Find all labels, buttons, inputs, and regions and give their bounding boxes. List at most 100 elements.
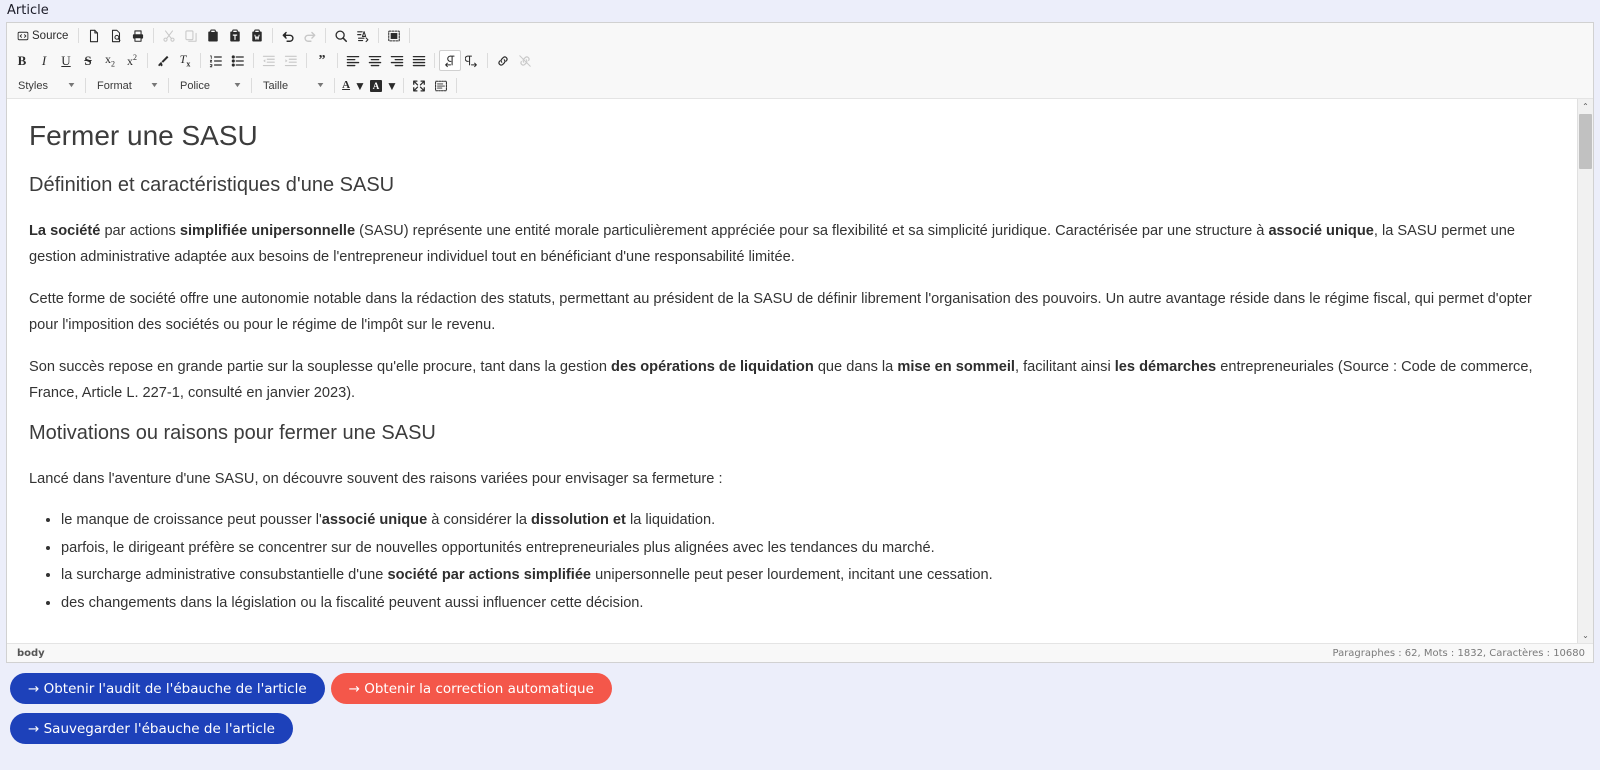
- unlink-button: [514, 50, 536, 71]
- italic-button[interactable]: I: [33, 50, 55, 71]
- action-footer: → Obtenir l'audit de l'ébauche de l'arti…: [0, 663, 1600, 744]
- police-select[interactable]: Police ▼: [173, 76, 247, 95]
- taille-select[interactable]: Taille ▼: [256, 76, 330, 95]
- paste-icon: [206, 29, 220, 43]
- align-center-button[interactable]: [364, 50, 386, 71]
- align-left-button[interactable]: [342, 50, 364, 71]
- align-justify-button[interactable]: [408, 50, 430, 71]
- select-all-button[interactable]: [383, 25, 405, 46]
- ltr-icon: [443, 54, 457, 68]
- redo-button: [299, 25, 321, 46]
- replace-button[interactable]: [352, 25, 374, 46]
- police-select-value: Police: [180, 79, 210, 92]
- underline-button[interactable]: U: [55, 50, 77, 71]
- paragraph-2: Cette forme de société offre une autonom…: [29, 290, 1532, 334]
- select-all-icon: [387, 29, 401, 43]
- new-page-button[interactable]: [83, 25, 105, 46]
- underline-icon: U: [61, 52, 71, 68]
- bold-run: La société: [29, 222, 101, 239]
- maximize-button[interactable]: [408, 75, 430, 96]
- subscript-button[interactable]: x2: [99, 50, 121, 71]
- audit-draft-button[interactable]: → Obtenir l'audit de l'ébauche de l'arti…: [10, 673, 325, 704]
- ckeditor-container: Source B I U Sx2 x2 Tx ” Styles ▼ Format ▼ Police ▼…: [6, 22, 1594, 663]
- paragraph-3: Son succès repose en grande partie sur l…: [29, 358, 1533, 402]
- align-right-button[interactable]: [386, 50, 408, 71]
- chevron-down-icon: ▼: [66, 82, 77, 89]
- document-title: Fermer une SASU: [29, 120, 258, 151]
- editor-content-wrap: Fermer une SASU Définition et caractérist…: [7, 99, 1593, 643]
- unordered-list-icon: [231, 54, 245, 68]
- footer-button-row-1: → Obtenir l'audit de l'ébauche de l'arti…: [10, 673, 612, 704]
- remove-format-button[interactable]: Tx: [174, 50, 196, 71]
- styles-select-value: Styles: [18, 79, 48, 92]
- paste-word-button[interactable]: [246, 25, 268, 46]
- bold-run: simplifiée unipersonnelle: [179, 222, 356, 239]
- chevron-down-icon: ▼: [315, 82, 326, 89]
- chevron-down-icon: ▼: [149, 82, 160, 89]
- strike-button[interactable]: S: [77, 50, 99, 71]
- save-draft-button[interactable]: → Sauvegarder l'ébauche de l'article: [10, 713, 293, 744]
- section-heading-2: Motivations ou raisons pour fermer une S…: [29, 421, 436, 444]
- preview-button[interactable]: [105, 25, 127, 46]
- rtl-button[interactable]: [461, 50, 483, 71]
- bold-button[interactable]: B: [11, 50, 33, 71]
- paintbrush-icon: [156, 54, 170, 68]
- paste-text-button[interactable]: [224, 25, 246, 46]
- list-item: la surcharge administrative consubstanti…: [61, 562, 1555, 590]
- styles-select[interactable]: Styles ▼: [11, 76, 81, 95]
- text-color-button[interactable]: A ▼: [339, 75, 369, 96]
- source-icon: [17, 30, 29, 42]
- print-button[interactable]: [127, 25, 149, 46]
- ltr-button[interactable]: [439, 50, 461, 71]
- toolbar-separator: [456, 78, 457, 93]
- unlink-icon: [518, 54, 532, 68]
- undo-button[interactable]: [277, 25, 299, 46]
- scroll-up-arrow-icon[interactable]: ⌃: [1578, 99, 1593, 114]
- copy-button: [180, 25, 202, 46]
- source-button[interactable]: Source: [11, 25, 74, 46]
- page-root: Article Source B I U Sx2 x2 Tx” Styles ▼ Format…: [0, 0, 1600, 770]
- bg-color-icon: A: [370, 79, 383, 92]
- cut-button: [158, 25, 180, 46]
- print-icon: [131, 29, 145, 43]
- numbered-list-button[interactable]: [205, 50, 227, 71]
- toolbar-separator: [306, 53, 307, 68]
- magnifier-icon: [334, 29, 348, 43]
- element-path[interactable]: body: [17, 648, 45, 659]
- scroll-down-arrow-icon[interactable]: ⌄: [1578, 628, 1593, 643]
- toolbar-separator: [251, 78, 252, 93]
- editor-document-body[interactable]: Fermer une SASU Définition et caractérist…: [7, 99, 1577, 643]
- toolbar-separator: [147, 53, 148, 68]
- ordered-list-icon: [209, 54, 223, 68]
- link-icon: [496, 54, 510, 68]
- bulleted-list-button[interactable]: [227, 50, 249, 71]
- scrollbar-thumb[interactable]: [1579, 114, 1592, 169]
- toolbar-separator: [403, 78, 404, 93]
- bold-run: société par actions simplifiée: [387, 567, 592, 584]
- paragraph-intro-2: Lancé dans l'aventure d'une SASU, on déc…: [29, 470, 723, 487]
- superscript-button[interactable]: x2: [121, 50, 143, 71]
- auto-correction-button[interactable]: → Obtenir la correction automatique: [330, 673, 612, 704]
- format-select-value: Format: [97, 79, 132, 92]
- paste-button[interactable]: [202, 25, 224, 46]
- link-button[interactable]: [492, 50, 514, 71]
- copy-icon: [184, 29, 198, 43]
- editor-vertical-scrollbar[interactable]: ⌃ ⌄: [1577, 99, 1593, 643]
- list-item: le manque de croissance peut pousser l'a…: [61, 507, 1555, 535]
- background-color-button[interactable]: A ▼: [369, 75, 399, 96]
- copy-formatting-button[interactable]: [152, 50, 174, 71]
- format-select[interactable]: Format ▼: [90, 76, 164, 95]
- paste-word-icon: [250, 29, 264, 43]
- indent-button: [280, 50, 302, 71]
- editor-toolbar: Source B I U Sx2 x2 Tx ” Styles ▼ Format ▼ Police ▼…: [7, 23, 1593, 99]
- find-button[interactable]: [330, 25, 352, 46]
- bold-run: mise en sommeil: [897, 358, 1015, 375]
- outdent-button: [258, 50, 280, 71]
- outdent-icon: [262, 54, 276, 68]
- show-blocks-button[interactable]: [430, 75, 452, 96]
- align-left-icon: [346, 54, 360, 68]
- blockquote-button[interactable]: ”: [311, 50, 333, 71]
- subscript-icon: x2: [105, 52, 115, 69]
- align-center-icon: [368, 54, 382, 68]
- bold-icon: B: [17, 52, 27, 68]
